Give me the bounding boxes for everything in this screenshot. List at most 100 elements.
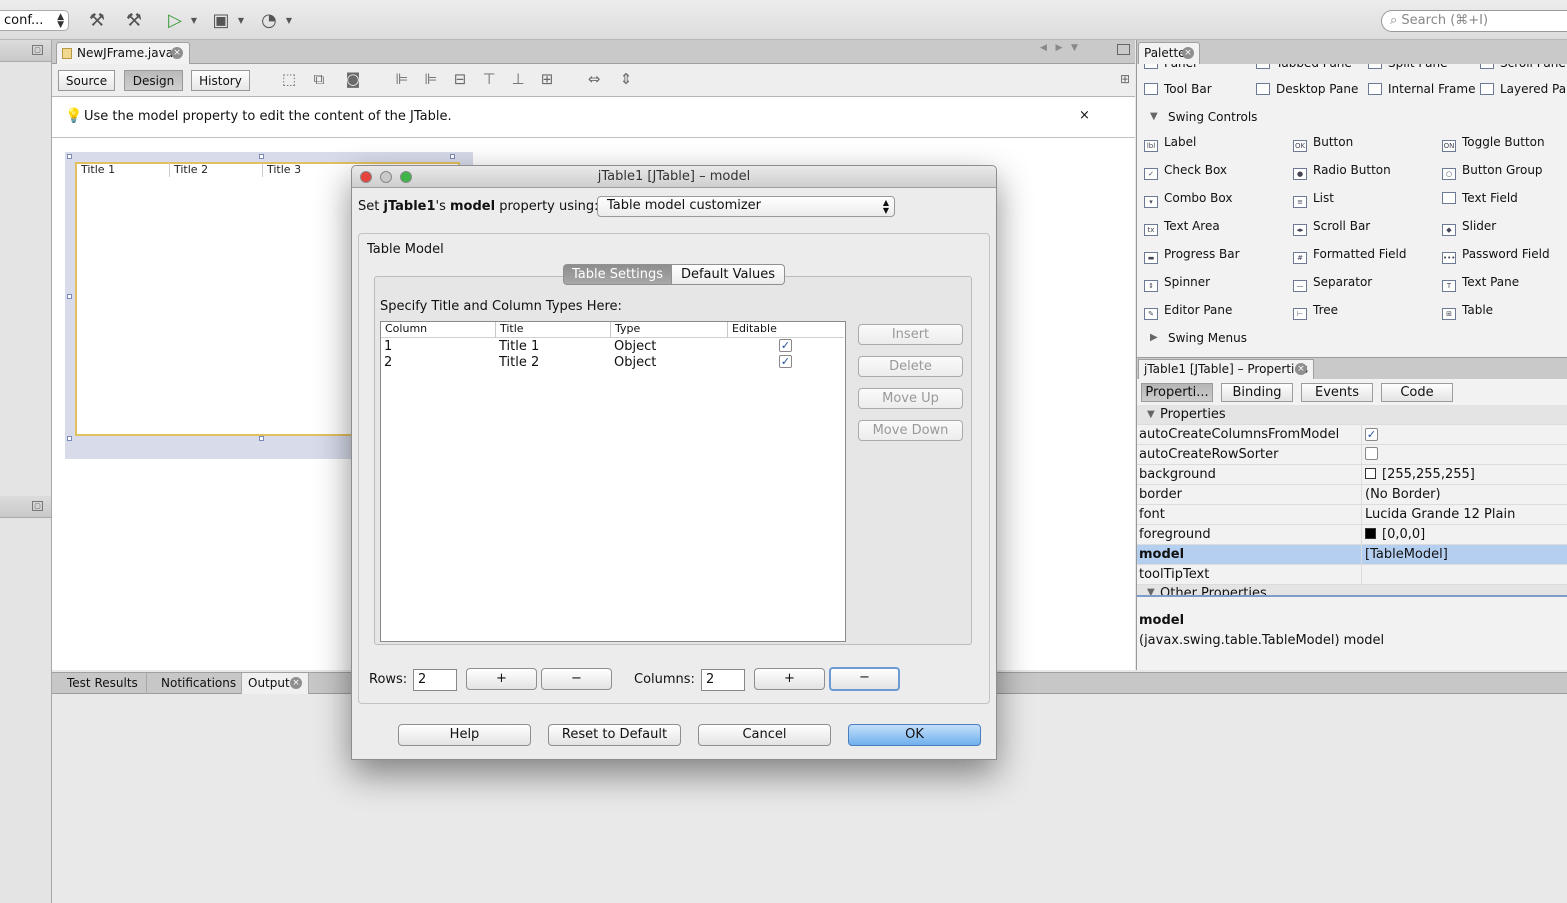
- palette-item-text-field[interactable]: Text Field: [1442, 191, 1518, 209]
- close-icon[interactable]: ×: [1182, 47, 1194, 59]
- palette-item-radio-button[interactable]: ● Radio Button: [1293, 163, 1391, 181]
- columns-input[interactable]: 2: [701, 669, 745, 691]
- property-row[interactable]: toolTipText: [1137, 565, 1567, 585]
- customizer-select[interactable]: Table model customizer ▲ ▼: [597, 196, 895, 217]
- checkbox-unchecked-icon[interactable]: [1365, 447, 1378, 460]
- build-hammer-icon[interactable]: ⚒: [84, 7, 110, 33]
- property-row[interactable]: foreground [0,0,0]: [1137, 525, 1567, 545]
- resize-handle[interactable]: [450, 154, 455, 159]
- remove-column-button[interactable]: −: [829, 667, 900, 691]
- minimize-icon[interactable]: ▢: [32, 501, 43, 511]
- property-value[interactable]: ✓: [1365, 427, 1378, 442]
- property-row[interactable]: background [255,255,255]: [1137, 465, 1567, 485]
- tab-default-values[interactable]: Default Values: [672, 264, 785, 285]
- property-value[interactable]: Lucida Grande 12 Plain: [1365, 507, 1515, 522]
- resize-handle[interactable]: [67, 294, 72, 299]
- minimize-icon[interactable]: ▢: [32, 45, 43, 55]
- palette-item-spinner[interactable]: ⇕ Spinner: [1144, 275, 1210, 293]
- cell-column[interactable]: 2: [384, 355, 392, 371]
- resize-handle[interactable]: [259, 154, 264, 159]
- search-input[interactable]: ⌕ Search (⌘+I): [1381, 10, 1567, 32]
- help-button[interactable]: Help: [398, 724, 531, 746]
- insert-button[interactable]: Insert: [858, 324, 963, 345]
- dialog-title-bar[interactable]: jTable1 [JTable] – model: [352, 166, 996, 188]
- palette-item-formatted-field[interactable]: # Formatted Field: [1293, 247, 1407, 265]
- properties-seg-button[interactable]: Properti...: [1141, 383, 1213, 402]
- selection-mode-icon[interactable]: ⬚: [279, 70, 299, 90]
- tab-notifications[interactable]: Notifications: [147, 673, 242, 694]
- move-up-button[interactable]: Move Up: [858, 388, 963, 409]
- editor-nav-icons[interactable]: ◀ ▶ ▼: [1040, 43, 1110, 58]
- clean-build-icon[interactable]: ⚒: [121, 7, 147, 33]
- property-row-selected[interactable]: model [TableModel]: [1137, 545, 1567, 565]
- vertical-resize-icon[interactable]: ⇕: [616, 70, 636, 90]
- palette-item-scroll-bar[interactable]: ◂▸ Scroll Bar: [1293, 219, 1370, 237]
- align-left-icon[interactable]: ⊫: [392, 70, 412, 90]
- cell-title[interactable]: Title 1: [499, 339, 539, 355]
- reset-to-default-button[interactable]: Reset to Default: [548, 724, 681, 746]
- palette-item-button-group[interactable]: ○ Button Group: [1442, 163, 1543, 181]
- add-row-button[interactable]: +: [466, 668, 537, 690]
- cancel-button[interactable]: Cancel: [698, 724, 831, 746]
- cell-column[interactable]: 1: [384, 339, 392, 355]
- tab-test-results[interactable]: Test Results: [53, 673, 147, 694]
- profile-icon[interactable]: ◔: [256, 7, 282, 33]
- close-window-icon[interactable]: [360, 171, 372, 183]
- debug-dropdown-icon[interactable]: ▼: [236, 7, 246, 33]
- center-horizontal-icon[interactable]: ⊟: [450, 70, 470, 90]
- palette-item-button[interactable]: OK Button: [1293, 135, 1353, 153]
- resize-handle[interactable]: [67, 436, 72, 441]
- properties-section-header[interactable]: ▼ Properties: [1137, 405, 1567, 425]
- delete-button[interactable]: Delete: [858, 356, 963, 377]
- tab-newjframe[interactable]: NewJFrame.java ×: [56, 42, 190, 64]
- properties-section-header-other[interactable]: ▼ Other Properties: [1137, 585, 1567, 597]
- table-header-editable[interactable]: Editable: [728, 322, 844, 338]
- table-header-type[interactable]: Type: [611, 322, 728, 338]
- align-top-icon[interactable]: ⊤: [479, 70, 499, 90]
- property-row[interactable]: autoCreateColumnsFromModel ✓: [1137, 425, 1567, 445]
- close-icon[interactable]: ×: [171, 47, 183, 59]
- tab-properties[interactable]: jTable1 [JTable] – Properties ×: [1138, 359, 1314, 379]
- center-vertical-icon[interactable]: ⊞: [537, 70, 557, 90]
- table-header-column[interactable]: Column: [381, 322, 496, 338]
- design-view-button[interactable]: Design: [124, 70, 183, 91]
- column-settings-table[interactable]: [380, 321, 846, 642]
- palette-item-progress-bar[interactable]: ▬ Progress Bar: [1144, 247, 1240, 265]
- source-view-button[interactable]: Source: [58, 70, 115, 91]
- property-row[interactable]: border (No Border): [1137, 485, 1567, 505]
- palette-category-swing-controls[interactable]: ▼ Swing Controls: [1136, 106, 1567, 128]
- rows-input[interactable]: 2: [413, 669, 457, 691]
- resize-handle[interactable]: [67, 154, 72, 159]
- hint-close-icon[interactable]: ×: [1079, 108, 1090, 123]
- palette-item-table[interactable]: ⊞ Table: [1442, 303, 1493, 321]
- cell-title[interactable]: Title 2: [499, 355, 539, 371]
- palette-item-tool-bar[interactable]: Tool Bar: [1144, 82, 1212, 100]
- code-seg-button[interactable]: Code: [1381, 383, 1453, 402]
- palette-item-text-pane[interactable]: T Text Pane: [1442, 275, 1519, 293]
- configuration-select[interactable]: conf... ▲ ▼: [0, 10, 69, 31]
- property-value[interactable]: (No Border): [1365, 487, 1441, 502]
- horizontal-resize-icon[interactable]: ⇔: [584, 70, 604, 90]
- palette-item-internal-frame[interactable]: Internal Frame: [1368, 82, 1475, 100]
- expand-toolbar-icon[interactable]: ⊞: [1115, 72, 1135, 92]
- palette-item-combo-box[interactable]: ▾ Combo Box: [1144, 191, 1233, 209]
- property-value[interactable]: [TableModel]: [1365, 547, 1448, 562]
- table-header-title[interactable]: Title: [496, 322, 611, 338]
- property-value[interactable]: [0,0,0]: [1365, 527, 1425, 542]
- remove-row-button[interactable]: −: [541, 668, 612, 690]
- align-bottom-icon[interactable]: ⊥: [508, 70, 528, 90]
- palette-item-layered-pane[interactable]: Layered Pane: [1480, 82, 1567, 100]
- palette-item-tree[interactable]: ⊢ Tree: [1293, 303, 1338, 321]
- property-row[interactable]: autoCreateRowSorter: [1137, 445, 1567, 465]
- debug-icon[interactable]: ▣: [208, 7, 234, 33]
- run-icon[interactable]: ▷: [162, 7, 188, 33]
- tab-palette-front[interactable]: Palette ×: [1138, 42, 1200, 64]
- palette-item-toggle-button[interactable]: ON Toggle Button: [1442, 135, 1545, 153]
- palette-item-text-area[interactable]: tx Text Area: [1144, 219, 1220, 237]
- editable-checkbox[interactable]: ✓: [779, 339, 792, 352]
- add-column-button[interactable]: +: [754, 668, 825, 690]
- palette-item-separator[interactable]: — Separator: [1293, 275, 1372, 293]
- move-down-button[interactable]: Move Down: [858, 420, 963, 441]
- close-icon[interactable]: ×: [1295, 363, 1307, 375]
- palette-item-list[interactable]: ≡ List: [1293, 191, 1334, 209]
